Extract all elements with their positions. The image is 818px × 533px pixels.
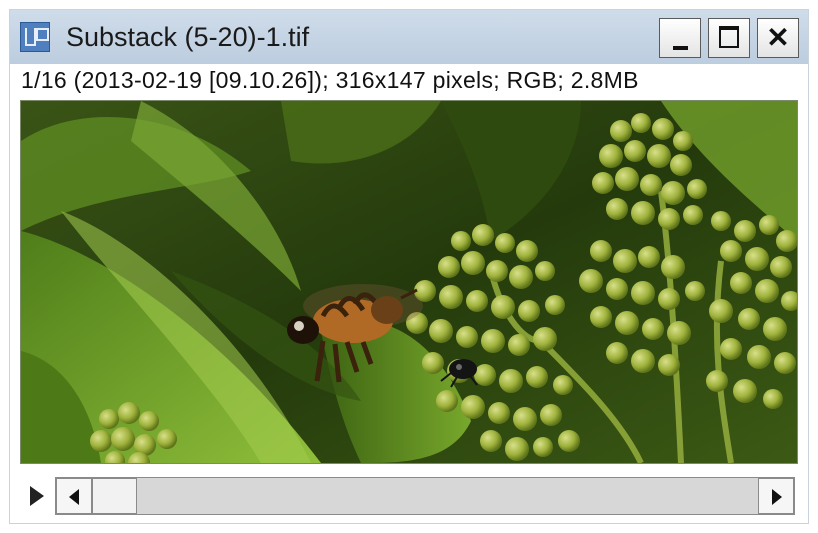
- close-icon: ✕: [766, 22, 790, 53]
- title-bar[interactable]: Substack (5-20)-1.tif ✕: [10, 10, 808, 64]
- arrow-left-icon: [69, 489, 79, 505]
- minimize-button[interactable]: [659, 18, 701, 58]
- imagej-app-icon: [20, 22, 50, 52]
- image-canvas[interactable]: [20, 100, 798, 464]
- maximize-button[interactable]: [708, 18, 750, 58]
- window-title: Substack (5-20)-1.tif: [66, 22, 310, 52]
- minimize-icon: [673, 46, 688, 50]
- play-icon[interactable]: [30, 486, 44, 506]
- image-info-line: 1/16 (2013-02-19 [09.10.26]); 316x147 pi…: [21, 67, 639, 93]
- close-button[interactable]: ✕: [757, 18, 799, 58]
- arrow-right-icon: [772, 489, 782, 505]
- bee-photo: [21, 101, 797, 463]
- scroll-left-button[interactable]: [56, 478, 92, 514]
- maximize-icon: [719, 26, 739, 48]
- image-window: Substack (5-20)-1.tif ✕ 1/16 (2013-02-19…: [9, 9, 809, 524]
- slice-scrollbar[interactable]: [55, 477, 795, 515]
- scroll-thumb[interactable]: [92, 478, 137, 514]
- scroll-right-button[interactable]: [758, 478, 794, 514]
